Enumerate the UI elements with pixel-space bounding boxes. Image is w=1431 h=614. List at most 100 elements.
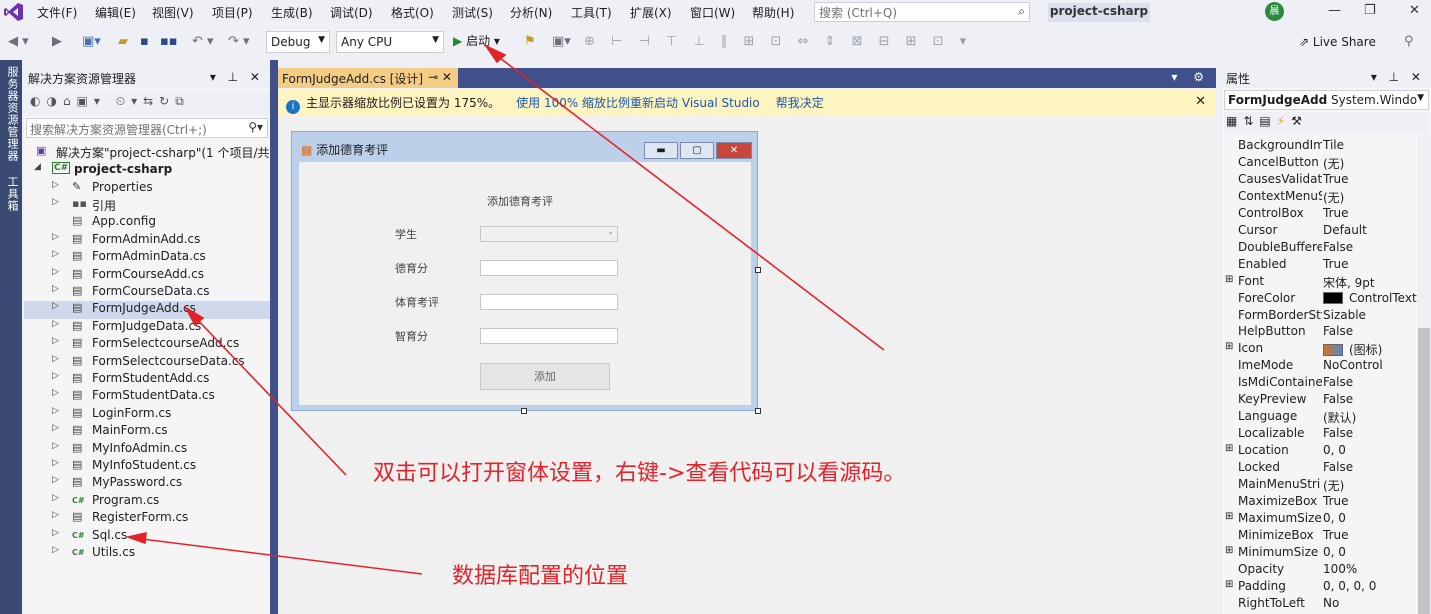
expand-icon[interactable]: ⊞ bbox=[1225, 511, 1233, 522]
property-value[interactable]: True bbox=[1323, 206, 1349, 220]
restart-100-link[interactable]: 使用 100% 缩放比例重新启动 Visual Studio bbox=[516, 96, 760, 110]
tree-item[interactable]: ▷ ▤ FormStudentData.cs bbox=[24, 388, 270, 406]
tree-item[interactable]: ▷ ▤ FormStudentAdd.cs bbox=[24, 371, 270, 389]
menu-item[interactable]: 调试(D) bbox=[330, 4, 373, 21]
property-row[interactable]: CausesValidati True bbox=[1222, 172, 1417, 189]
property-pages-icon[interactable]: ⚒ bbox=[1291, 114, 1308, 128]
menu-item[interactable]: 帮助(H) bbox=[752, 4, 794, 21]
expand-icon[interactable]: ▷ bbox=[52, 319, 59, 329]
expand-icon[interactable]: ▷ bbox=[52, 354, 59, 364]
find-icon[interactable]: ⚑ bbox=[524, 34, 536, 49]
tree-item[interactable]: ▷ ▤ FormCourseData.cs bbox=[24, 284, 270, 302]
close-icon[interactable]: ✕ bbox=[1195, 94, 1206, 109]
redo-icon[interactable]: ↷ ▾ bbox=[228, 34, 250, 49]
property-value[interactable]: 0, 0 bbox=[1323, 545, 1346, 559]
expand-icon[interactable]: ▷ bbox=[52, 458, 59, 468]
help-decide-link[interactable]: 帮我决定 bbox=[776, 96, 824, 110]
server-explorer-tab[interactable]: 服务器资源管理器 bbox=[4, 66, 20, 162]
resize-handle[interactable] bbox=[755, 267, 761, 273]
tree-item[interactable]: ▷ ▪▪ 引用 bbox=[24, 197, 270, 215]
tree-item[interactable]: ▷ ▤ FormAdminAdd.cs bbox=[24, 232, 270, 250]
expand-icon[interactable]: ⊞ bbox=[1225, 545, 1233, 556]
new-project-icon[interactable]: ▣▾ bbox=[82, 34, 101, 49]
property-row[interactable]: IsMdiContaine False bbox=[1222, 375, 1417, 392]
property-value[interactable]: 0, 0 bbox=[1323, 443, 1346, 457]
expand-icon[interactable]: ▷ bbox=[52, 406, 59, 416]
property-row[interactable]: ControlBox True bbox=[1222, 206, 1417, 223]
tree-item[interactable]: ▷ ▤ MyInfoStudent.cs bbox=[24, 458, 270, 476]
property-row[interactable]: ForeColor ControlText bbox=[1222, 291, 1417, 308]
maximize-icon[interactable]: ❐ bbox=[1364, 3, 1376, 18]
property-value[interactable]: (默认) bbox=[1323, 411, 1356, 425]
form-preview[interactable]: ▩ 添加德育考评 ▬ ▢ ✕ 添加德育考评 学生 ⌄ 德育分 体育考评 智育分 … bbox=[291, 131, 758, 411]
property-row[interactable]: RightToLeft No bbox=[1222, 596, 1417, 613]
alphabetical-icon[interactable]: ⇅ bbox=[1243, 114, 1259, 128]
collapse-icon[interactable]: ◢ bbox=[34, 162, 41, 172]
property-row[interactable]: Cursor Default bbox=[1222, 223, 1417, 240]
property-value[interactable]: True bbox=[1323, 494, 1349, 508]
property-row[interactable]: Opacity 100% bbox=[1222, 562, 1417, 579]
tree-item[interactable]: ▷ ▤ MainForm.cs bbox=[24, 423, 270, 441]
panel-splitter[interactable] bbox=[270, 60, 278, 614]
property-value[interactable]: 宋体, 9pt bbox=[1323, 276, 1375, 290]
solution-search-input[interactable]: 搜索解决方案资源管理器(Ctrl+;) ⚲▾ bbox=[26, 118, 268, 138]
tree-item[interactable]: ▷ ▤ FormJudgeData.cs bbox=[24, 319, 270, 337]
project-node[interactable]: ◢ C# project-csharp bbox=[24, 162, 270, 180]
expand-icon[interactable]: ⊞ bbox=[1225, 341, 1233, 352]
save-all-icon[interactable]: ▪▪ bbox=[160, 34, 178, 49]
property-row[interactable]: HelpButton False bbox=[1222, 324, 1417, 341]
minimize-icon[interactable]: — bbox=[1328, 3, 1341, 18]
property-value[interactable]: (无) bbox=[1323, 191, 1344, 205]
screenshot-icon[interactable]: ▣▾ bbox=[552, 34, 571, 49]
property-row[interactable]: CancelButton (无) bbox=[1222, 155, 1417, 172]
menu-item[interactable]: 视图(V) bbox=[152, 4, 194, 21]
property-value[interactable]: False bbox=[1323, 460, 1353, 474]
solution-node[interactable]: ▣ 解决方案"project-csharp"(1 个项目/共 1 bbox=[24, 144, 281, 162]
property-row[interactable]: MainMenuStri (无) bbox=[1222, 477, 1417, 494]
tree-item[interactable]: ▷ ✎ Properties bbox=[24, 180, 270, 198]
property-row[interactable]: MaximizeBox True bbox=[1222, 494, 1417, 511]
tree-item[interactable]: ▷ ▤ FormAdminData.cs bbox=[24, 249, 270, 267]
resize-handle[interactable] bbox=[755, 408, 761, 414]
intellect-score-input[interactable] bbox=[480, 328, 618, 344]
tree-item[interactable]: ▷ ▤ RegisterForm.cs bbox=[24, 510, 270, 528]
search-input[interactable]: 搜索 (Ctrl+Q) ⌕ bbox=[814, 2, 1030, 22]
tree-item[interactable]: ▷ C# Utils.cs bbox=[24, 545, 270, 563]
property-row[interactable]: BackgroundIm Tile bbox=[1222, 138, 1417, 155]
expand-icon[interactable]: ▷ bbox=[52, 475, 59, 485]
menu-item[interactable]: 扩展(X) bbox=[630, 4, 672, 21]
tab-formjudgeadd-design[interactable]: FormJudgeAdd.cs [设计] ⊸ ✕ bbox=[278, 68, 458, 88]
property-value[interactable]: False bbox=[1323, 324, 1353, 338]
property-row[interactable]: ⊞ MaximumSize 0, 0 bbox=[1222, 511, 1417, 528]
student-combobox[interactable]: ⌄ bbox=[480, 226, 618, 242]
events-icon[interactable]: ⚡ bbox=[1277, 114, 1291, 128]
property-value[interactable]: False bbox=[1323, 240, 1353, 254]
expand-icon[interactable]: ▷ bbox=[52, 510, 59, 520]
property-value[interactable]: 100% bbox=[1323, 562, 1357, 576]
property-value[interactable]: False bbox=[1323, 426, 1353, 440]
save-icon[interactable]: ▪ bbox=[140, 34, 149, 49]
property-row[interactable]: ⊞ Icon (图标) bbox=[1222, 341, 1417, 358]
tree-item[interactable]: ▷ ▤ FormSelectcourseAdd.cs bbox=[24, 336, 270, 354]
expand-icon[interactable]: ▷ bbox=[52, 180, 59, 190]
menu-item[interactable]: 项目(P) bbox=[212, 4, 253, 21]
close-icon[interactable]: ✕ bbox=[1409, 3, 1420, 18]
property-value[interactable]: ControlText bbox=[1349, 291, 1417, 305]
panel-controls-icon[interactable]: ▾ ⊥ ✕ bbox=[210, 70, 264, 84]
menu-item[interactable]: 文件(F) bbox=[37, 4, 77, 21]
menu-item[interactable]: 编辑(E) bbox=[95, 4, 136, 21]
expand-icon[interactable]: ▷ bbox=[52, 232, 59, 242]
start-button[interactable]: ▶ 启动 ▾ bbox=[453, 32, 500, 49]
tree-item[interactable]: ▷ ▤ FormCourseAdd.cs bbox=[24, 267, 270, 285]
tree-item[interactable]: ▷ ▤ MyInfoAdmin.cs bbox=[24, 441, 270, 459]
scrollbar-thumb[interactable] bbox=[1418, 328, 1430, 614]
property-row[interactable]: ContextMenuS (无) bbox=[1222, 189, 1417, 206]
menu-item[interactable]: 生成(B) bbox=[271, 4, 313, 21]
property-value[interactable]: True bbox=[1323, 528, 1349, 542]
property-value[interactable]: (图标) bbox=[1349, 343, 1382, 357]
expand-icon[interactable]: ▷ bbox=[52, 336, 59, 346]
expand-icon[interactable]: ▷ bbox=[52, 423, 59, 433]
tree-item[interactable]: ▷ ▤ LoginForm.cs bbox=[24, 406, 270, 424]
menu-item[interactable]: 分析(N) bbox=[510, 4, 552, 21]
property-row[interactable]: ⊞ Location 0, 0 bbox=[1222, 443, 1417, 460]
